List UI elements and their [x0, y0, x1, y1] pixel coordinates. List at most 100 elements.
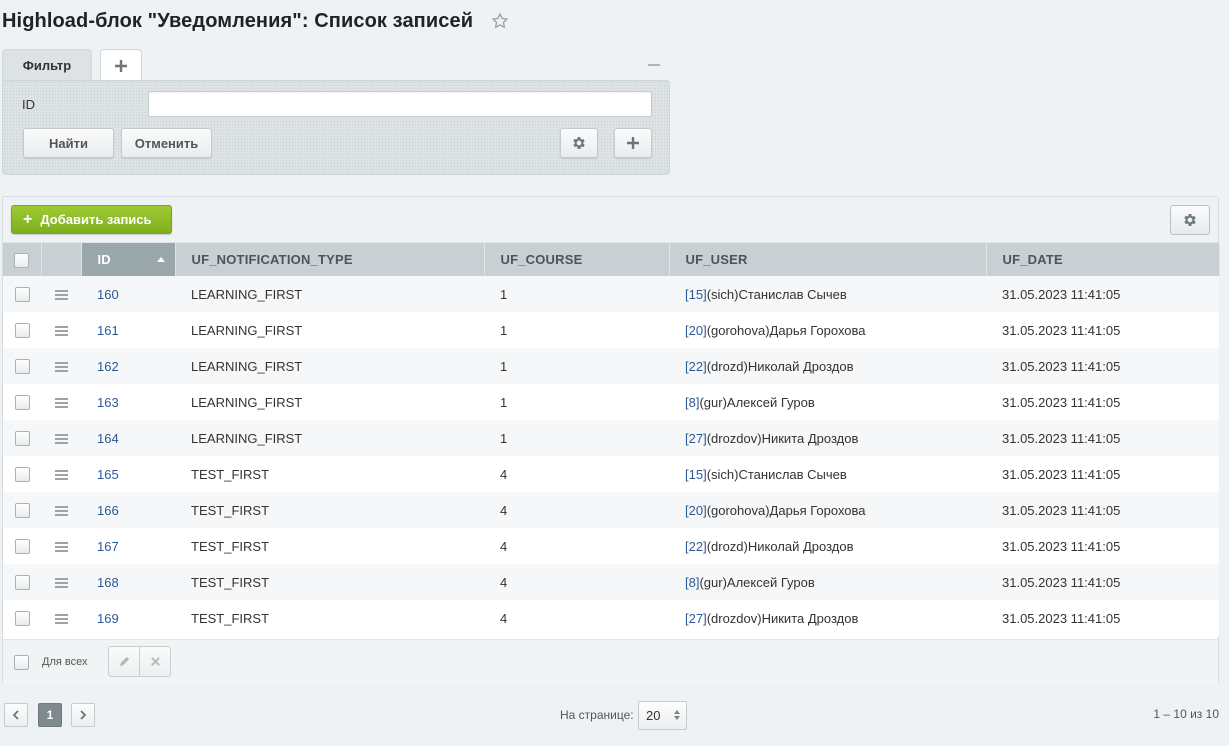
pencil-icon	[119, 656, 129, 667]
user-name: (sich)Станислав Сычев	[706, 286, 847, 302]
table-row[interactable]: 169 TEST_FIRST 4 [27](drozdov)Никита Дроздо…	[3, 600, 1219, 636]
grid-toolbar: + Добавить запись	[3, 197, 1218, 243]
user-id-link[interactable]: [22]	[685, 359, 707, 374]
row-checkbox[interactable]	[14, 575, 30, 591]
user-id-link[interactable]: [15]	[685, 467, 707, 482]
record-id-link[interactable]: 160	[97, 287, 119, 302]
tab-filter[interactable]: Фильтр	[2, 49, 92, 81]
cell-notification-type: TEST_FIRST	[175, 564, 484, 600]
cell-date: 31.05.2023 11:41:05	[986, 420, 1219, 456]
star-icon[interactable]	[489, 10, 511, 32]
drag-handle-icon[interactable]	[54, 290, 68, 301]
filter-settings-button[interactable]	[560, 128, 598, 158]
row-checkbox[interactable]	[14, 539, 30, 555]
row-checkbox[interactable]	[14, 503, 30, 519]
filter-collapse-button[interactable]	[646, 57, 662, 73]
row-checkbox[interactable]	[14, 431, 30, 447]
for-all-checkbox[interactable]	[14, 655, 29, 670]
user-name: (sich)Станислав Сычев	[706, 466, 847, 482]
record-id-link[interactable]: 163	[97, 395, 119, 410]
record-id-link[interactable]: 168	[97, 575, 119, 590]
drag-handle-icon[interactable]	[54, 470, 68, 481]
find-button[interactable]: Найти	[23, 128, 114, 158]
table-row[interactable]: 165 TEST_FIRST 4 [15](sich)Станислав Сычев 3…	[3, 456, 1219, 492]
prev-page-button[interactable]	[4, 703, 28, 727]
user-id-link[interactable]: [20]	[685, 323, 707, 338]
record-id-link[interactable]: 166	[97, 503, 119, 518]
user-id-link[interactable]: [15]	[685, 287, 707, 302]
cell-date: 31.05.2023 11:41:05	[986, 564, 1219, 600]
record-id-link[interactable]: 167	[97, 539, 119, 554]
column-header-date[interactable]: UF_DATE	[986, 243, 1220, 276]
column-header-course[interactable]: UF_COURSE	[484, 243, 670, 276]
record-id-link[interactable]: 164	[97, 431, 119, 446]
row-checkbox[interactable]	[14, 395, 30, 411]
table-row[interactable]: 168 TEST_FIRST 4 [8](gur)Алексей Гуров 31.05…	[3, 564, 1219, 600]
cell-id: 168	[81, 564, 175, 600]
cell-user: [22](drozd)Николай Дроздов	[669, 528, 986, 564]
row-checkbox[interactable]	[14, 287, 30, 303]
drag-handle-icon[interactable]	[54, 614, 68, 625]
column-header-notification-type[interactable]: UF_NOTIFICATION_TYPE	[175, 243, 485, 276]
table-row[interactable]: 166 TEST_FIRST 4 [20](gorohova)Дарья Горохо…	[3, 492, 1219, 528]
cancel-button[interactable]: Отменить	[121, 128, 212, 158]
drag-handle-icon[interactable]	[54, 398, 68, 409]
drag-handle-icon[interactable]	[54, 542, 68, 553]
table-row[interactable]: 162 LEARNING_FIRST 1 [22](drozd)Николай Дро…	[3, 348, 1219, 384]
gear-icon	[1184, 214, 1196, 226]
per-page-select[interactable]: 20	[638, 701, 687, 730]
row-drag-cell	[41, 600, 81, 636]
page-title: Highload-блок "Уведомления": Список запи…	[2, 9, 474, 32]
record-id-link[interactable]: 165	[97, 467, 119, 482]
cell-id: 163	[81, 384, 175, 420]
drag-handle-icon[interactable]	[54, 326, 68, 337]
row-checkbox[interactable]	[14, 323, 30, 339]
row-select-cell	[3, 456, 41, 492]
drag-handle-icon[interactable]	[54, 578, 68, 589]
user-id-link[interactable]: [22]	[685, 539, 707, 554]
table-header-row: ID UF_NOTIFICATION_TYPE UF_COURSE UF_USE…	[3, 243, 1220, 276]
filter-id-input[interactable]	[148, 91, 652, 117]
table-row[interactable]: 161 LEARNING_FIRST 1 [20](gorohova)Дарья Го…	[3, 312, 1219, 348]
next-page-button[interactable]	[71, 703, 95, 727]
cell-course: 4	[484, 492, 669, 528]
user-id-link[interactable]: [8]	[685, 575, 699, 590]
table-row[interactable]: 163 LEARNING_FIRST 1 [8](gur)Алексей Гуров 3…	[3, 384, 1219, 420]
add-filter-tab-button[interactable]	[100, 49, 142, 81]
table-row[interactable]: 164 LEARNING_FIRST 1 [27](drozdov)Никита Др…	[3, 420, 1219, 456]
cell-user: [20](gorohova)Дарья Горохова	[669, 492, 986, 528]
user-id-link[interactable]: [27]	[685, 611, 707, 626]
records-table: ID UF_NOTIFICATION_TYPE UF_COURSE UF_USE…	[3, 243, 1220, 636]
cell-id: 162	[81, 348, 175, 384]
cell-notification-type: LEARNING_FIRST	[175, 276, 484, 312]
row-checkbox[interactable]	[14, 359, 30, 375]
row-checkbox[interactable]	[14, 611, 30, 627]
page-1-button[interactable]: 1	[38, 703, 62, 727]
delete-selected-button[interactable]	[139, 647, 170, 676]
drag-handle-icon[interactable]	[54, 362, 68, 373]
drag-handle-icon[interactable]	[54, 434, 68, 445]
column-header-id[interactable]: ID	[81, 243, 176, 276]
record-id-link[interactable]: 161	[97, 323, 119, 338]
user-id-link[interactable]: [20]	[685, 503, 707, 518]
record-id-link[interactable]: 169	[97, 611, 119, 626]
plus-icon	[627, 137, 639, 149]
add-filter-field-button[interactable]	[614, 128, 652, 158]
record-id-link[interactable]: 162	[97, 359, 119, 374]
grid-settings-button[interactable]	[1170, 205, 1210, 235]
column-header-user[interactable]: UF_USER	[669, 243, 987, 276]
table-row[interactable]: 167 TEST_FIRST 4 [22](drozd)Николай Дроздов…	[3, 528, 1219, 564]
cell-notification-type: TEST_FIRST	[175, 456, 484, 492]
row-checkbox[interactable]	[14, 467, 30, 483]
cell-course: 4	[484, 456, 669, 492]
cell-id: 165	[81, 456, 175, 492]
drag-handle-icon[interactable]	[54, 506, 68, 517]
edit-selected-button[interactable]	[109, 647, 139, 676]
table-row[interactable]: 160 LEARNING_FIRST 1 [15](sich)Станислав Сы…	[3, 276, 1219, 312]
user-id-link[interactable]: [8]	[685, 395, 699, 410]
chevron-right-icon	[80, 710, 87, 720]
cell-user: [27](drozdov)Никита Дроздов	[669, 420, 986, 456]
select-all-checkbox[interactable]	[14, 252, 30, 268]
add-record-button[interactable]: + Добавить запись	[11, 205, 172, 234]
user-id-link[interactable]: [27]	[685, 431, 707, 446]
